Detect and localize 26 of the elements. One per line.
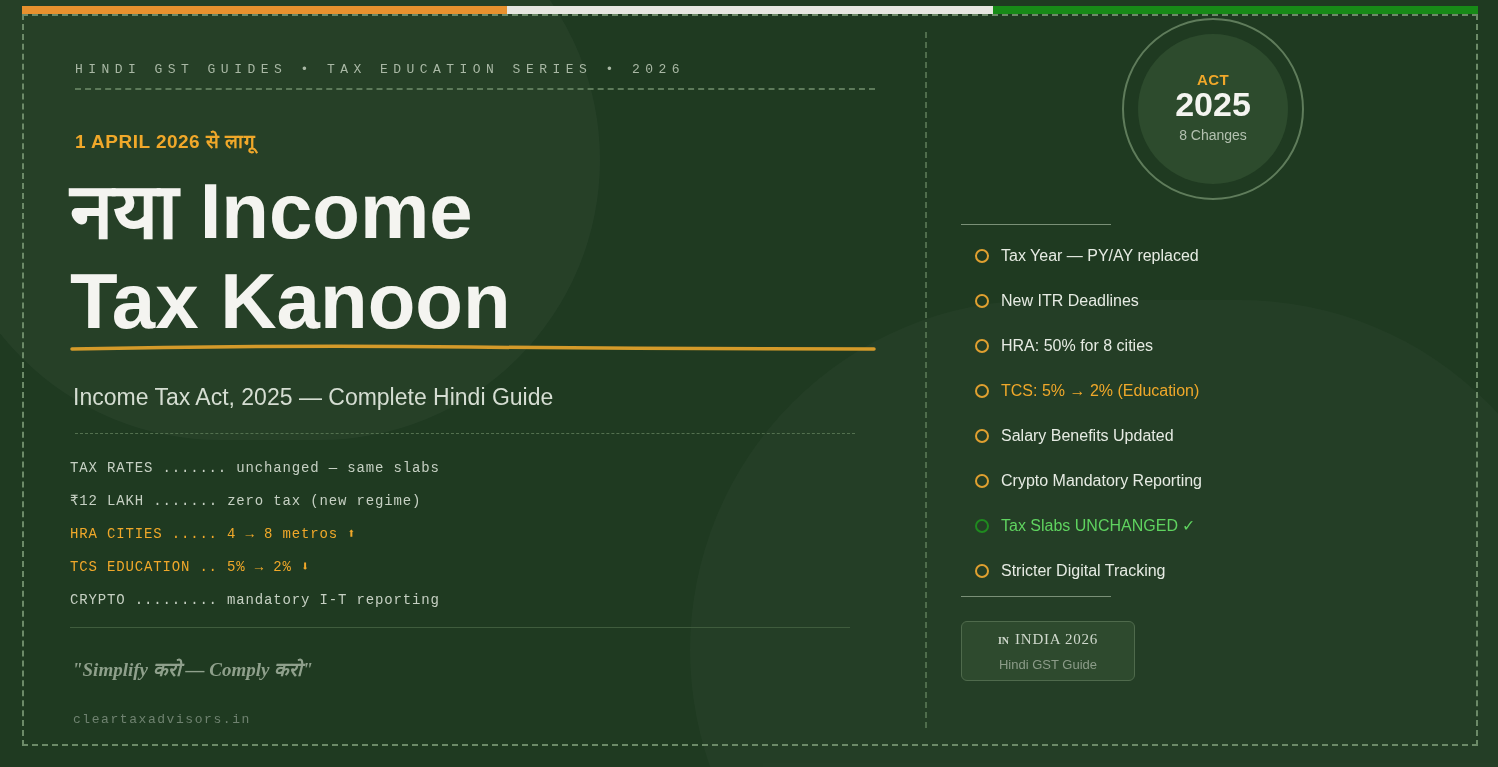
stamp-caption: Hindi GST Guide [999, 655, 1097, 674]
series-label: HINDI GST GUIDES • TAX EDUCATION SERIES • 2026 [75, 60, 875, 90]
badge-label: ACT [1197, 72, 1229, 87]
fact-line: CRYPTO ......... mandatory I-T reporting [70, 590, 441, 610]
tagline-quote: "Simplify करो — Comply करो" [72, 657, 314, 682]
badge-year: 2025 [1175, 86, 1251, 121]
stamp-title: INDIA 2026 [1015, 630, 1098, 649]
title-line: नया Income [70, 166, 474, 256]
change-item: Salary Benefits Updated [1001, 426, 1174, 446]
effective-date: 1 APRIL 2026 से लागू [75, 127, 875, 156]
badge-caption: 8 Changes [1179, 125, 1247, 145]
fact-line: ₹12 LAKH ....... zero tax (new regime) [70, 491, 423, 511]
fact-line: TCS EDUCATION .. 5% → 2% ⬇ [70, 557, 312, 577]
country-code: IN [997, 634, 1010, 648]
fact-line: HRA CITIES ..... 4 → 8 metros ⬆ [70, 524, 358, 544]
change-item: Crypto Mandatory Reporting [1001, 471, 1202, 491]
change-item: New ITR Deadlines [1001, 291, 1139, 311]
change-item: HRA: 50% for 8 cities [1001, 336, 1154, 356]
change-item: Tax Year — PY/AY replaced [1001, 246, 1199, 266]
change-item: Stricter Digital Tracking [1001, 561, 1166, 581]
title-line: Tax Kanoon [70, 256, 512, 346]
change-item: Tax Slabs UNCHANGED ✓ [1001, 516, 1196, 536]
change-item: TCS: 5% → 2% (Education) [1001, 381, 1200, 401]
fact-line: TAX RATES ....... unchanged — same slabs [70, 458, 441, 478]
subtitle: Income Tax Act, 2025 — Complete Hindi Guide [73, 383, 555, 412]
website-url: cleartaxadvisors.in [73, 711, 252, 729]
